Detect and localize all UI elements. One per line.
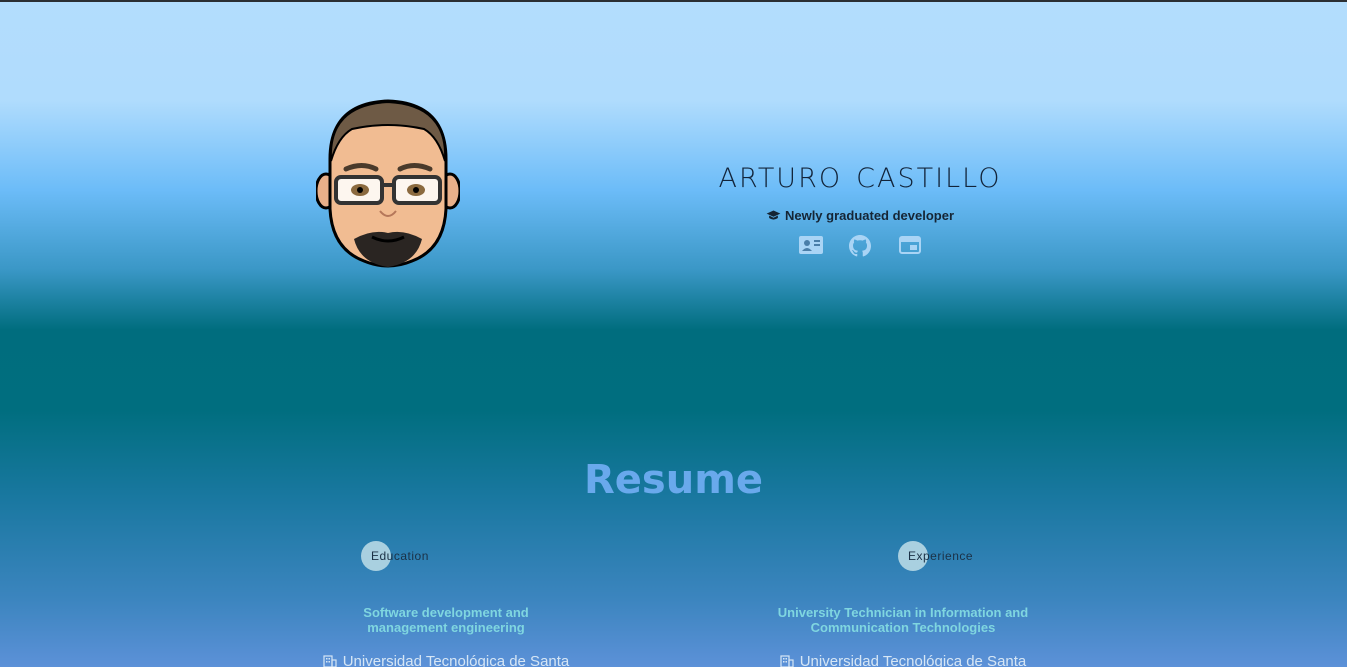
building-icon <box>323 655 337 667</box>
profile-name: Arturo Castillo <box>718 152 1002 196</box>
experience-org-name: Universidad Tecnológica de Santa <box>799 653 1027 667</box>
browser-window-icon[interactable] <box>899 235 921 257</box>
contact-card-icon[interactable] <box>799 235 823 257</box>
education-title: Software development and management engi… <box>363 605 529 635</box>
graduation-cap-icon <box>766 210 781 220</box>
education-entry: Software development and management engi… <box>296 605 596 667</box>
experience-org: Universidad Tecnológica de Santa <box>753 653 1053 667</box>
experience-entry: University Technician in Information and… <box>753 605 1053 667</box>
resume-heading: Resume <box>583 457 764 503</box>
hero-info: Arturo Castillo Newly graduated develope… <box>600 152 1120 257</box>
profile-subtitle: Newly graduated developer <box>600 208 1120 223</box>
education-label: Education <box>371 549 429 563</box>
github-icon[interactable] <box>849 235 871 257</box>
education-section-label: Education <box>361 540 428 572</box>
experience-label: Experience <box>908 549 974 563</box>
building-icon <box>780 655 794 667</box>
social-links <box>600 235 1120 257</box>
experience-section-label: Experience <box>898 540 973 572</box>
experience-title: University Technician in Information and… <box>777 605 1029 635</box>
education-org: Universidad Tecnológica de Santa <box>296 653 596 667</box>
subtitle-text: Newly graduated developer <box>784 208 955 223</box>
avatar <box>314 99 462 269</box>
education-org-name: Universidad Tecnológica de Santa <box>342 653 570 667</box>
